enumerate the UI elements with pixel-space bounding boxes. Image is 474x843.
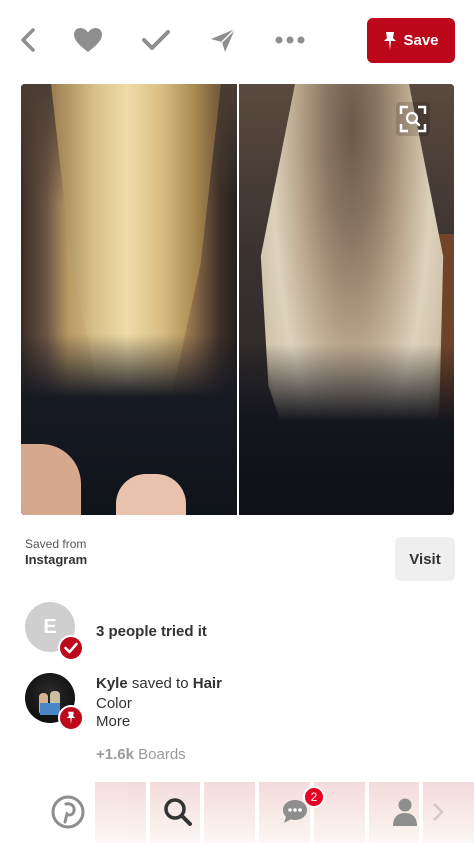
- more-horizontal-icon: [275, 36, 305, 44]
- person-icon: [393, 798, 417, 826]
- search-tab[interactable]: [158, 792, 198, 832]
- source-name[interactable]: Instagram: [25, 552, 87, 568]
- board-name-continued[interactable]: Color More: [96, 695, 216, 731]
- send-icon: [211, 28, 236, 52]
- checkmark-icon: [64, 642, 78, 654]
- top-toolbar: Save: [0, 0, 474, 82]
- bottom-nav: [0, 782, 474, 843]
- chevron-right-icon: [428, 800, 448, 824]
- saver-name[interactable]: Kyle: [96, 675, 128, 692]
- visual-search-button[interactable]: [396, 102, 430, 136]
- home-tab[interactable]: [48, 792, 88, 832]
- boards-count: +1.6k: [96, 746, 134, 763]
- pinterest-logo-icon: [51, 795, 85, 829]
- save-button-label: Save: [403, 32, 439, 49]
- chevron-left-icon: [21, 28, 35, 52]
- pushpin-icon: [384, 31, 397, 50]
- checkmark-icon: [142, 30, 170, 50]
- saved-badge: [58, 705, 84, 731]
- send-button[interactable]: [205, 22, 241, 58]
- back-button[interactable]: [10, 22, 46, 58]
- pin-image[interactable]: [21, 84, 454, 515]
- tried-count-link[interactable]: 3 people tried it: [96, 623, 207, 640]
- saved-by-line: Kyle saved to Hair: [96, 675, 222, 693]
- source-label: Saved from: [25, 537, 87, 551]
- pin-source: Saved from Instagram: [25, 537, 87, 568]
- tried-badge: [58, 635, 84, 661]
- saved-to-text: saved to: [127, 675, 193, 692]
- heart-icon: [74, 28, 102, 52]
- like-button[interactable]: [70, 22, 106, 58]
- after-photo: [239, 84, 454, 515]
- pushpin-icon: [66, 711, 76, 725]
- profile-tab[interactable]: [385, 792, 425, 832]
- boards-label: Boards: [133, 746, 186, 763]
- visit-button[interactable]: Visit: [395, 537, 455, 581]
- boards-count-link[interactable]: +1.6k Boards: [96, 746, 186, 763]
- search-icon: [164, 798, 192, 826]
- expand-search-icon: [399, 105, 427, 133]
- more-options-button[interactable]: [272, 22, 308, 58]
- save-button[interactable]: Save: [367, 18, 455, 63]
- notification-count-badge: 2: [303, 786, 325, 808]
- tried-it-button[interactable]: [138, 22, 174, 58]
- before-photo: [21, 84, 237, 515]
- board-name[interactable]: Hair: [193, 675, 222, 692]
